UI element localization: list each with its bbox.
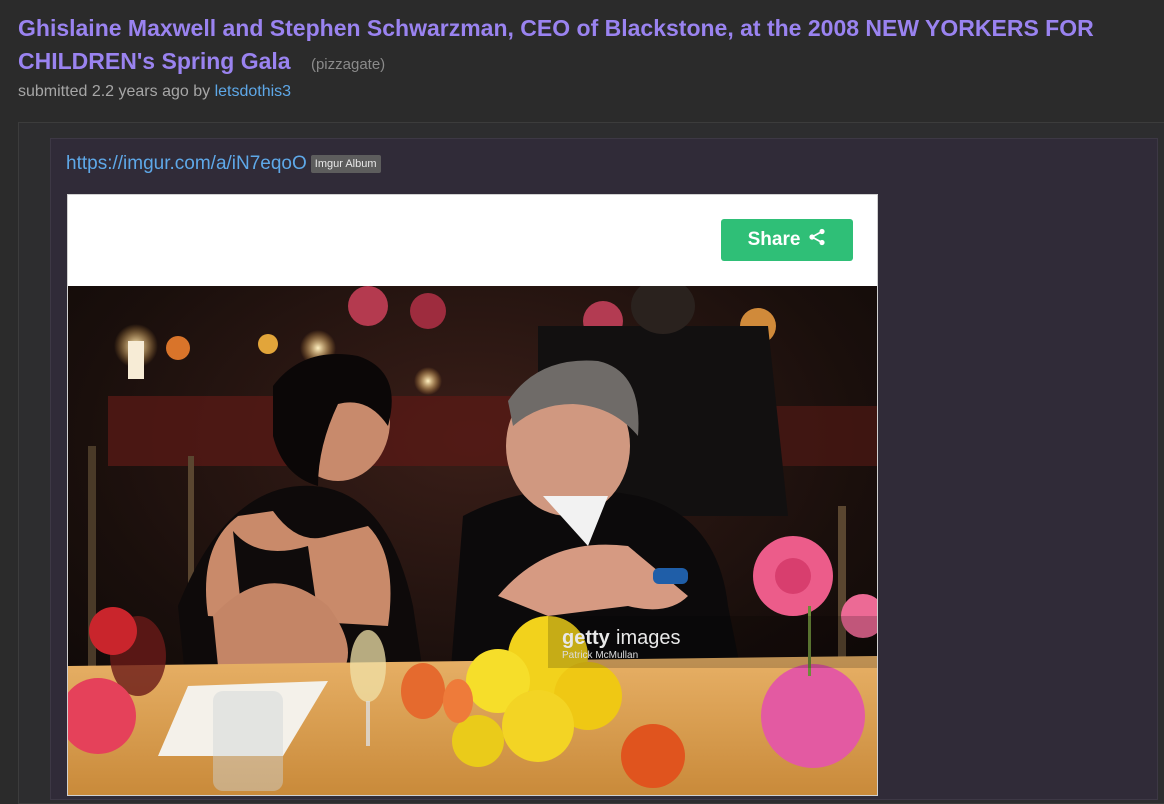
- post-domain[interactable]: (pizzagate): [311, 56, 385, 73]
- submitted-text: submitted 2.2 years ago by: [18, 83, 211, 100]
- share-icon: [808, 228, 826, 252]
- album-badge: Imgur Album: [310, 155, 381, 173]
- share-button-label: Share: [747, 229, 801, 250]
- gala-photo[interactable]: getty images Patrick McMullan: [68, 286, 877, 795]
- post-header: Ghislaine Maxwell and Stephen Schwarzman…: [18, 12, 1158, 101]
- watermark-credit: Patrick McMullan: [562, 650, 638, 661]
- share-button[interactable]: Share: [721, 219, 853, 261]
- post-title-row: Ghislaine Maxwell and Stephen Schwarzman…: [18, 12, 1158, 81]
- watermark-brand-bold: getty: [562, 627, 611, 649]
- watermark-brand-light: images: [616, 627, 680, 649]
- link-row: https://imgur.com/a/iN7eqoO Imgur Album: [66, 152, 381, 176]
- post-meta: submitted 2.2 years ago by letsdothis3: [18, 83, 1158, 101]
- author-link[interactable]: letsdothis3: [215, 83, 292, 100]
- imgur-link[interactable]: https://imgur.com/a/iN7eqoO: [66, 153, 307, 175]
- imgur-embed: Share getty images Patrick McMullan: [67, 194, 878, 796]
- post-title-link[interactable]: Ghislaine Maxwell and Stephen Schwarzman…: [18, 15, 1094, 74]
